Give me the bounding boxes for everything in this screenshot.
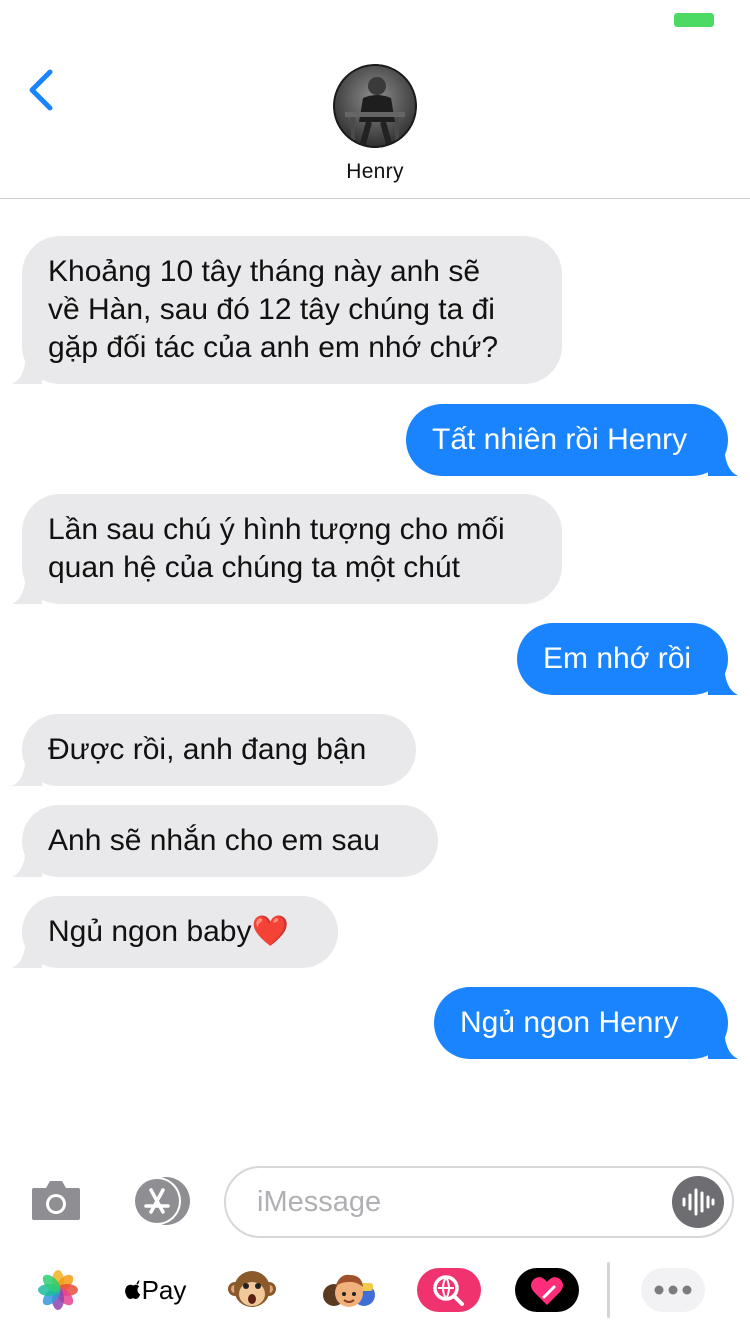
apple-pay-button[interactable]: Pay <box>122 1262 188 1318</box>
back-chevron-icon <box>29 69 53 111</box>
camera-button[interactable] <box>30 1176 82 1224</box>
app-strip-divider <box>607 1262 610 1318</box>
message-bubble-incoming[interactable]: Khoảng 10 tây tháng này anh sẽ về Hàn, s… <box>12 236 562 384</box>
message-bubble-incoming[interactable]: Anh sẽ nhắn cho em sau <box>12 805 438 877</box>
memoji-button[interactable] <box>318 1262 378 1318</box>
message-bubble-incoming[interactable]: Lần sau chú ý hình tượng cho mối quan hệ… <box>12 494 562 604</box>
header-divider <box>0 198 750 199</box>
web-search-icon <box>417 1268 481 1312</box>
message-bubble-incoming[interactable]: Được rồi, anh đang bận <box>12 714 416 786</box>
memoji-icon <box>323 1274 375 1307</box>
message-bubble-outgoing[interactable]: Em nhớ rồi <box>517 623 738 695</box>
message-input-placeholder: iMessage <box>257 1186 382 1218</box>
message-bubble-outgoing[interactable]: Tất nhiên rồi Henry <box>406 404 738 476</box>
battery-indicator <box>674 13 714 27</box>
digital-touch-button[interactable] <box>514 1262 580 1318</box>
message-input[interactable]: iMessage <box>224 1166 734 1238</box>
message-text: Lần sau chú ý hình tượng cho mối quan hệ… <box>48 513 505 584</box>
digital-touch-heart-icon <box>515 1268 579 1312</box>
contact-avatar[interactable] <box>333 64 417 148</box>
camera-icon <box>32 1181 80 1220</box>
photos-app-button[interactable] <box>28 1262 88 1318</box>
app-store-button[interactable] <box>126 1176 192 1226</box>
message-text: Tất nhiên rồi Henry <box>432 423 688 456</box>
message-text: Được rồi, anh đang bận <box>48 733 367 766</box>
message-text: Anh sẽ nhắn cho em sau <box>48 824 380 857</box>
back-button[interactable] <box>20 62 64 118</box>
photos-icon <box>38 1270 78 1310</box>
app-store-icon <box>133 1177 190 1225</box>
audio-message-button[interactable] <box>672 1176 724 1228</box>
more-icon <box>641 1268 705 1312</box>
more-apps-button[interactable] <box>640 1262 706 1318</box>
message-bubble-outgoing[interactable]: Ngủ ngon Henry <box>434 987 738 1059</box>
audio-waveform-icon <box>682 1188 715 1216</box>
message-text: Ngủ ngon baby❤️ <box>48 915 289 948</box>
contact-name[interactable]: Henry <box>0 160 750 184</box>
animoji-button[interactable] <box>222 1262 282 1318</box>
web-search-app-button[interactable] <box>416 1262 482 1318</box>
message-text: Ngủ ngon Henry <box>460 1006 679 1039</box>
animoji-monkey-icon <box>228 1271 276 1307</box>
apple-pay-label: Pay <box>141 1274 187 1305</box>
message-text: Khoảng 10 tây tháng này anh sẽ về Hàn, s… <box>48 255 499 364</box>
apple-icon <box>124 1280 140 1299</box>
message-bubble-incoming[interactable]: Ngủ ngon baby❤️ <box>12 896 338 968</box>
message-text: Em nhớ rồi <box>543 642 692 675</box>
